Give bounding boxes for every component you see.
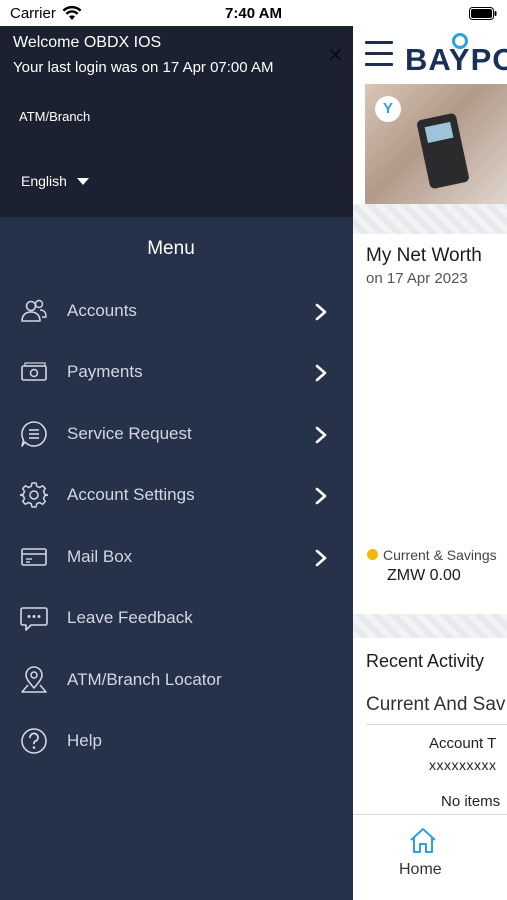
menu-item-label: Payments	[67, 362, 143, 381]
menu-title: Menu	[147, 238, 195, 259]
chevron-right-icon	[315, 549, 327, 567]
pattern-band	[353, 204, 507, 234]
location-pin-icon	[452, 33, 468, 49]
menu-item-leave-feedback[interactable]: Leave Feedback	[0, 593, 353, 645]
chevron-right-icon	[315, 303, 327, 321]
menu-item-payments[interactable]: Payments	[0, 347, 353, 399]
banner-badge: Y	[375, 96, 401, 122]
close-icon[interactable]: ✕	[327, 46, 344, 66]
drawer-header: Welcome OBDX IOS Your last login was on …	[0, 26, 353, 217]
language-select[interactable]: English	[21, 173, 89, 189]
recent-activity-tab[interactable]: Current And Sav	[366, 694, 505, 716]
side-drawer: Welcome OBDX IOS Your last login was on …	[0, 26, 353, 900]
last-login-text: Your last login was on 17 Apr 07:00 AM	[13, 59, 274, 76]
chevron-right-icon	[315, 364, 327, 382]
gear-icon	[20, 482, 48, 508]
home-icon[interactable]	[408, 826, 438, 854]
account-number: xxxxxxxxx	[429, 757, 497, 773]
account-type-label: Account T	[429, 735, 497, 752]
divider	[366, 724, 507, 725]
menu-item-accounts[interactable]: Accounts	[0, 286, 353, 338]
menu-item-label: Mail Box	[67, 547, 133, 566]
chevron-down-icon	[76, 177, 89, 185]
menu-item-service-request[interactable]: Service Request	[0, 409, 353, 461]
map-pin-icon	[21, 666, 47, 693]
users-icon	[21, 299, 47, 322]
status-bar: Carrier 7:40 AM	[0, 0, 507, 26]
language-value: English	[21, 173, 67, 189]
menu-item-label: Accounts	[67, 301, 137, 320]
menu-item-mail-box[interactable]: Mail Box	[0, 532, 353, 584]
tab-bar: Home	[353, 814, 507, 900]
atm-branch-link[interactable]: ATM/Branch	[19, 109, 90, 124]
menu-item-atm-branch-locator[interactable]: ATM/Branch Locator	[0, 655, 353, 707]
tab-home-label[interactable]: Home	[399, 861, 442, 879]
net-worth-title: My Net Worth	[366, 245, 482, 266]
feedback-icon	[20, 607, 48, 631]
legend-label: Current & Savings	[383, 547, 497, 563]
battery-icon	[469, 7, 497, 20]
dashboard-screen: BAYPO Y My Net Worth on 17 Apr 2023 Curr…	[353, 26, 507, 900]
legend-dot	[367, 549, 378, 560]
hamburger-menu-icon[interactable]	[365, 41, 393, 67]
menu-item-label: Service Request	[67, 424, 192, 443]
chevron-right-icon	[315, 426, 327, 444]
no-items-message: No items	[441, 793, 501, 810]
chevron-right-icon	[315, 487, 327, 505]
legend-value: ZMW 0.00	[387, 567, 461, 584]
help-icon	[21, 728, 47, 754]
net-worth-date: on 17 Apr 2023	[366, 270, 468, 287]
mailbox-icon	[21, 548, 47, 566]
card-terminal-image	[416, 112, 470, 190]
menu-item-label: ATM/Branch Locator	[67, 670, 222, 689]
menu-item-label: Account Settings	[67, 485, 195, 504]
menu-item-label: Leave Feedback	[67, 608, 193, 627]
recent-activity-title: Recent Activity	[366, 651, 485, 671]
status-time: 7:40 AM	[225, 5, 282, 22]
chat-list-icon	[21, 421, 47, 447]
menu-item-help[interactable]: Help	[0, 716, 353, 768]
pattern-divider	[353, 614, 507, 638]
money-icon	[21, 362, 47, 381]
menu-item-account-settings[interactable]: Account Settings	[0, 470, 353, 522]
brand-logo: BAYPO	[405, 33, 507, 78]
welcome-text: Welcome OBDX IOS	[13, 34, 162, 51]
menu-item-label: Help	[67, 731, 102, 750]
